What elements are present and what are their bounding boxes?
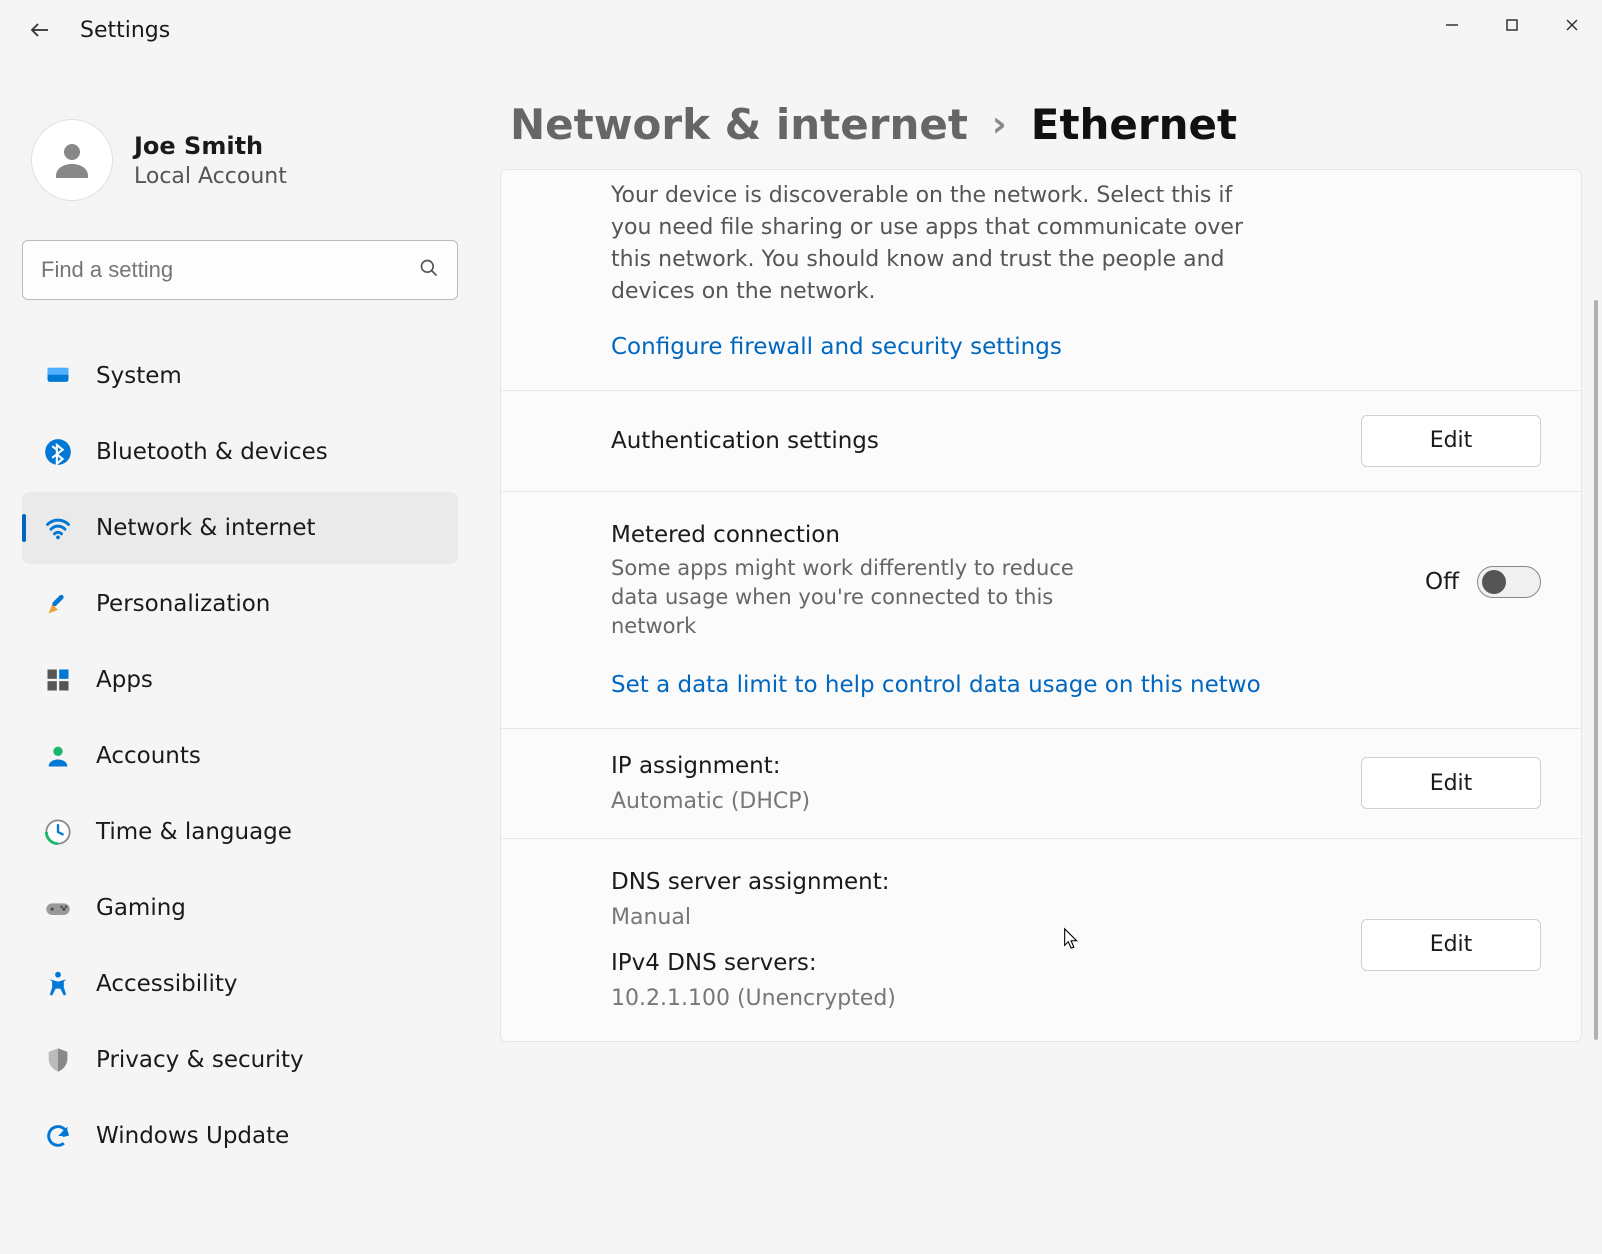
sidebar-item-personalization[interactable]: Personalization: [22, 568, 458, 640]
metered-title: Metered connection: [611, 522, 1111, 548]
ip-value: Automatic (DHCP): [611, 789, 810, 814]
mouse-cursor-icon: [1061, 924, 1083, 952]
ipv4-dns-value: 10.2.1.100 (Unencrypted): [611, 986, 896, 1011]
ip-label: IP assignment:: [611, 753, 810, 779]
sidebar-item-label: Accessibility: [96, 971, 238, 997]
chevron-right-icon: ›: [992, 104, 1007, 145]
sidebar-item-label: Network & internet: [96, 515, 316, 541]
data-limit-link[interactable]: Set a data limit to help control data us…: [611, 672, 1541, 698]
app-title: Settings: [80, 18, 170, 43]
dns-edit-button[interactable]: Edit: [1361, 919, 1541, 971]
back-button[interactable]: [20, 10, 60, 50]
dns-assignment-section: DNS server assignment: Manual IPv4 DNS s…: [501, 839, 1581, 1041]
window-controls: [1422, 0, 1602, 50]
sidebar: Joe Smith Local Account System: [0, 60, 480, 1254]
sidebar-item-system[interactable]: System: [22, 340, 458, 412]
metered-section: Metered connection Some apps might work …: [501, 492, 1581, 729]
sidebar-item-accounts[interactable]: Accounts: [22, 720, 458, 792]
sidebar-item-bluetooth[interactable]: Bluetooth & devices: [22, 416, 458, 488]
sidebar-item-windows-update[interactable]: Windows Update: [22, 1100, 458, 1172]
auth-label: Authentication settings: [611, 428, 879, 454]
network-icon: [42, 512, 74, 544]
dns-value: Manual: [611, 905, 896, 930]
metered-description: Some apps might work differently to redu…: [611, 554, 1111, 642]
sidebar-item-label: Gaming: [96, 895, 186, 921]
sidebar-item-label: Windows Update: [96, 1123, 289, 1149]
auth-edit-button[interactable]: Edit: [1361, 415, 1541, 467]
close-button[interactable]: [1542, 0, 1602, 50]
gaming-icon: [42, 892, 74, 924]
main-panel: Network & internet › Ethernet Your devic…: [480, 60, 1602, 1254]
search-input[interactable]: [41, 257, 419, 283]
scrollbar[interactable]: [1594, 300, 1598, 1214]
maximize-button[interactable]: [1482, 0, 1542, 50]
sidebar-item-accessibility[interactable]: Accessibility: [22, 948, 458, 1020]
nav-list: System Bluetooth & devices Network & int…: [22, 340, 458, 1172]
minimize-button[interactable]: [1422, 0, 1482, 50]
toggle-state-label: Off: [1425, 569, 1459, 595]
accounts-icon: [42, 740, 74, 772]
ip-assignment-section: IP assignment: Automatic (DHCP) Edit: [501, 729, 1581, 839]
personalization-icon: [42, 588, 74, 620]
breadcrumb-parent[interactable]: Network & internet: [510, 100, 968, 149]
sidebar-item-label: Bluetooth & devices: [96, 439, 328, 465]
sidebar-item-label: Time & language: [96, 819, 292, 845]
settings-card: Your device is discoverable on the netwo…: [500, 169, 1582, 1042]
sidebar-item-label: Accounts: [96, 743, 201, 769]
sidebar-item-time-language[interactable]: Time & language: [22, 796, 458, 868]
time-icon: [42, 816, 74, 848]
breadcrumb-current: Ethernet: [1031, 100, 1237, 149]
authentication-section: Authentication settings Edit: [501, 391, 1581, 492]
network-profile-section: Your device is discoverable on the netwo…: [501, 170, 1581, 391]
panel-scroll[interactable]: Your device is discoverable on the netwo…: [500, 169, 1602, 1254]
search-icon: [419, 258, 439, 283]
sidebar-item-label: Apps: [96, 667, 153, 693]
sidebar-item-gaming[interactable]: Gaming: [22, 872, 458, 944]
sidebar-item-network[interactable]: Network & internet: [22, 492, 458, 564]
search-box[interactable]: [22, 240, 458, 300]
sidebar-item-apps[interactable]: Apps: [22, 644, 458, 716]
bluetooth-icon: [42, 436, 74, 468]
ip-edit-button[interactable]: Edit: [1361, 757, 1541, 809]
titlebar: Settings: [0, 0, 1602, 60]
sidebar-item-label: Privacy & security: [96, 1047, 304, 1073]
breadcrumb: Network & internet › Ethernet: [510, 100, 1602, 149]
shield-icon: [42, 1044, 74, 1076]
user-name: Joe Smith: [134, 132, 287, 160]
scrollbar-thumb[interactable]: [1594, 300, 1598, 1040]
update-icon: [42, 1120, 74, 1152]
settings-window: Settings Joe Smith Local Account: [0, 0, 1602, 1254]
avatar: [32, 120, 112, 200]
system-icon: [42, 360, 74, 392]
ipv4-dns-label: IPv4 DNS servers:: [611, 950, 896, 976]
user-profile[interactable]: Joe Smith Local Account: [32, 120, 458, 200]
sidebar-item-privacy[interactable]: Privacy & security: [22, 1024, 458, 1096]
apps-icon: [42, 664, 74, 696]
accessibility-icon: [42, 968, 74, 1000]
firewall-link[interactable]: Configure firewall and security settings: [611, 334, 1062, 360]
sidebar-item-label: System: [96, 363, 182, 389]
profile-description: Your device is discoverable on the netwo…: [611, 180, 1251, 308]
dns-label: DNS server assignment:: [611, 869, 896, 895]
sidebar-item-label: Personalization: [96, 591, 270, 617]
user-account-type: Local Account: [134, 164, 287, 189]
metered-toggle[interactable]: [1477, 566, 1541, 598]
